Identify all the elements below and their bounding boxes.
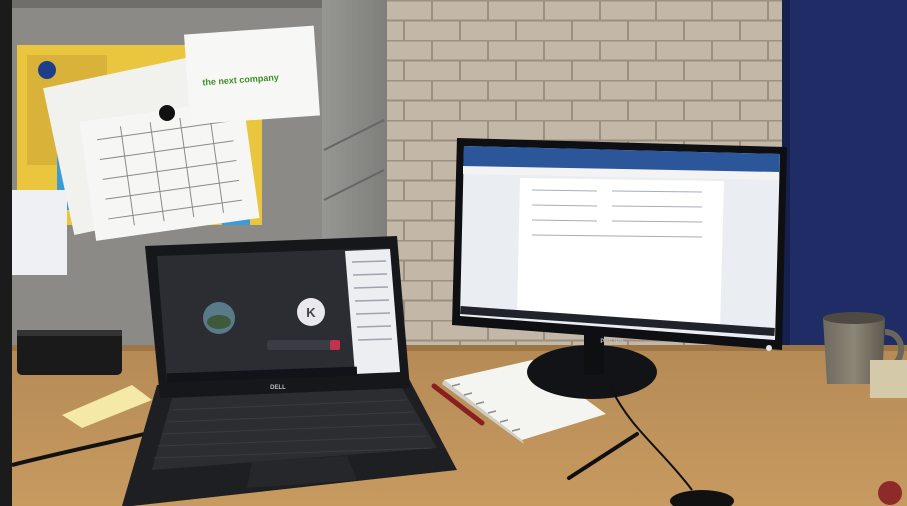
power-led	[766, 345, 772, 351]
monitor-stand-neck	[584, 330, 604, 375]
blue-partition	[782, 0, 907, 360]
red-object	[878, 481, 902, 505]
router-box	[17, 330, 122, 375]
word-page	[517, 178, 724, 330]
left-flyer	[12, 190, 67, 275]
right-paper-stack	[870, 360, 907, 398]
laptop-brand: DELL	[270, 385, 286, 391]
office-desk-photo: the next company K DELL PHILIPS	[12, 0, 907, 506]
magnet-black	[159, 105, 175, 121]
monitor-brand: PHILIPS	[600, 339, 623, 345]
hangup-button	[330, 340, 340, 350]
call-controls-bar	[267, 340, 337, 350]
magnet-blue	[38, 61, 56, 79]
participant-initial-text: K	[306, 305, 316, 320]
